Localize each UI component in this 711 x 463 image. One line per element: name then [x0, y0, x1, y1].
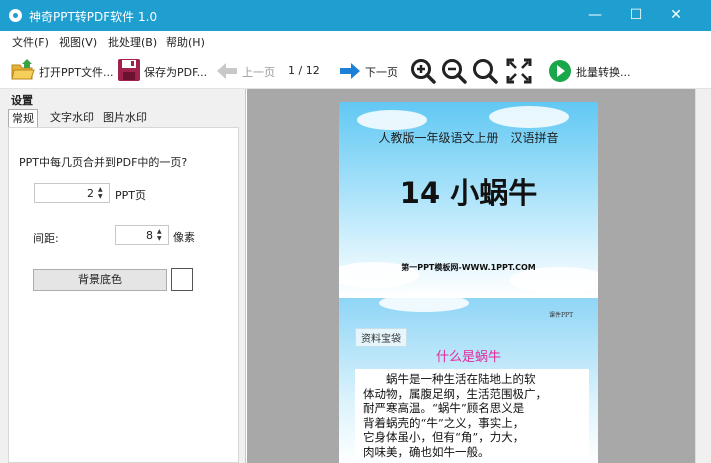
- pages-per-sheet-spinner[interactable]: 2 ▲ ▼: [34, 183, 110, 203]
- save-pdf-label: 保存为PDF...: [144, 66, 208, 79]
- arrow-right-icon: [340, 63, 360, 79]
- pages-unit-label: PPT页: [115, 189, 146, 202]
- paragraph-line: 它身体虽小，但有“角”，力大，: [363, 430, 525, 444]
- menu-batch[interactable]: 批处理(B): [108, 34, 157, 50]
- cloud-decoration: [489, 106, 569, 128]
- preview-page: 人教版一年级语文上册 汉语拼音 14 小蜗牛 第一PPT模板网-WWW.1PPT…: [339, 102, 598, 463]
- app-logo-icon: [9, 9, 22, 22]
- background-color-swatch[interactable]: [171, 268, 193, 291]
- vertical-scrollbar[interactable]: [695, 89, 711, 463]
- cloud-decoration: [379, 294, 469, 312]
- paragraph-line: 耐严寒高温。“蜗牛”顾名思义是: [363, 401, 525, 415]
- page-indicator: 1 / 12: [288, 52, 328, 89]
- tab-image-watermark[interactable]: 图片水印: [100, 109, 150, 128]
- tab-general[interactable]: 常规: [8, 109, 38, 129]
- tab-text-watermark[interactable]: 文字水印: [47, 109, 97, 128]
- menu-file[interactable]: 文件(F): [12, 34, 49, 50]
- zoom-fit-icon[interactable]: [472, 58, 498, 84]
- spacing-unit-label: 像素: [173, 231, 195, 244]
- paragraph-line: 背着蜗壳的“牛”之义，事实上，: [363, 415, 525, 430]
- maximize-button[interactable]: ☐: [616, 0, 656, 31]
- menu-view[interactable]: 视图(V): [59, 34, 97, 50]
- open-ppt-button[interactable]: 打开PPT文件...: [8, 52, 114, 89]
- next-page-label: 下一页: [365, 66, 398, 79]
- slide2-corner-tag: 课件PPT: [549, 312, 574, 319]
- cloud-decoration: [357, 110, 427, 130]
- menu-help[interactable]: 帮助(H): [166, 34, 205, 50]
- save-disk-icon: [118, 59, 140, 81]
- open-ppt-label: 打开PPT文件...: [39, 66, 114, 79]
- background-color-button[interactable]: 背景底色: [33, 269, 167, 291]
- menu-bar: 文件(F) 视图(V) 批处理(B) 帮助(H): [0, 31, 711, 52]
- zoom-out-icon[interactable]: [441, 58, 467, 84]
- spacing-spinner-arrows-icon[interactable]: ▲ ▼: [157, 228, 165, 242]
- slide2-heading: 什么是蜗牛: [435, 350, 501, 365]
- title-bar: 神奇PPT转PDF软件 1.0 — ☐ ✕: [0, 0, 711, 31]
- fullscreen-icon[interactable]: [506, 58, 532, 84]
- slide-2: 课件PPT 资料宝袋 什么是蜗牛 蜗牛是一种生活在陆地上的软 体动物，属腹足纲，…: [339, 294, 598, 463]
- minimize-button[interactable]: —: [575, 0, 615, 31]
- slide2-paragraph: 蜗牛是一种生活在陆地上的软 体动物，属腹足纲，生活范围极广， 耐严寒高温。“蜗牛…: [355, 369, 589, 459]
- paragraph-line: 体动物，属腹足纲，生活范围极广，: [363, 386, 547, 401]
- slide2-section-tag: 资料宝袋: [355, 328, 407, 347]
- close-button[interactable]: ✕: [656, 0, 696, 31]
- open-folder-icon: [11, 59, 35, 80]
- settings-title: 设置: [11, 94, 33, 107]
- prev-page-button[interactable]: 上一页: [214, 52, 276, 89]
- arrow-left-icon: [217, 63, 237, 79]
- page-indicator-text: 1 / 12: [288, 64, 320, 77]
- toolbar: 打开PPT文件... 保存为PDF... 上一页 1 / 12 下一页 批量转换…: [0, 52, 711, 89]
- save-pdf-button[interactable]: 保存为PDF...: [115, 52, 207, 89]
- zoom-in-icon[interactable]: [410, 58, 436, 84]
- pages-per-sheet-value: 2: [87, 187, 94, 200]
- batch-convert-button[interactable]: 批量转换...: [548, 52, 632, 89]
- slide1-footer: 第一PPT模板网-WWW.1PPT.COM: [401, 263, 536, 272]
- window-title: 神奇PPT转PDF软件 1.0: [29, 10, 158, 24]
- tab-general-content: [8, 127, 239, 463]
- paragraph-line: 肉味美，确也如牛一般。: [363, 444, 490, 459]
- slide1-subtitle: 人教版一年级语文上册 汉语拼音: [378, 131, 559, 145]
- spacing-value: 8: [146, 229, 153, 242]
- merge-question-label: PPT中每几页合并到PDF中的一页?: [19, 156, 188, 169]
- slide1-title: 14 小蜗牛: [399, 176, 538, 210]
- batch-convert-label: 批量转换...: [576, 66, 631, 79]
- spacing-label: 间距:: [33, 232, 59, 245]
- spacing-spinner[interactable]: 8 ▲ ▼: [115, 225, 169, 245]
- slide-1: 人教版一年级语文上册 汉语拼音 14 小蜗牛 第一PPT模板网-WWW.1PPT…: [339, 102, 598, 296]
- next-page-button[interactable]: 下一页: [338, 52, 400, 89]
- spinner-arrows-icon[interactable]: ▲ ▼: [98, 186, 106, 200]
- play-circle-icon: [549, 60, 571, 82]
- prev-page-label: 上一页: [242, 66, 275, 79]
- paragraph-line: 蜗牛是一种生活在陆地上的软: [386, 372, 536, 386]
